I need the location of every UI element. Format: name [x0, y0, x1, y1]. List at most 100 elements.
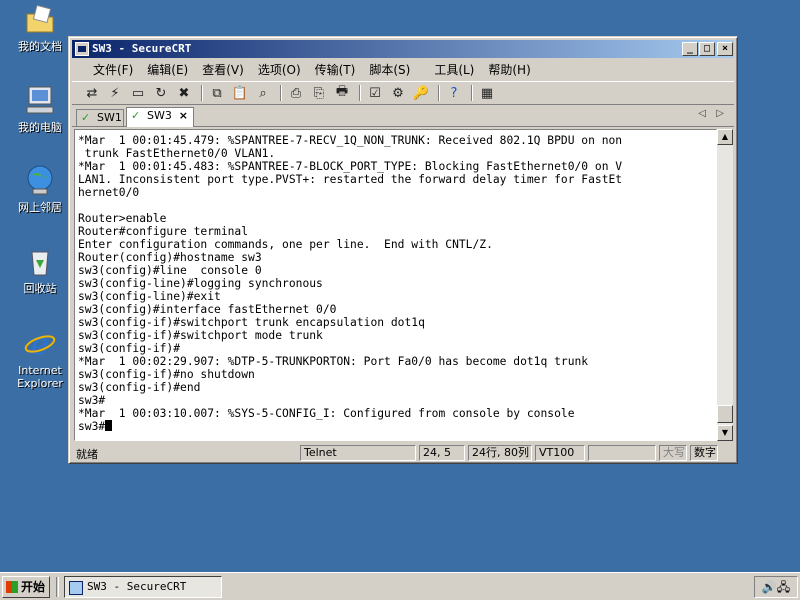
- status-num-lock: 数字: [690, 445, 718, 461]
- terminal-prompt: sw3#: [78, 420, 106, 433]
- desktop-icon-label: 我的文档: [18, 40, 62, 53]
- print-selection-icon[interactable]: ⎘: [309, 84, 329, 102]
- ie-icon: e: [23, 326, 57, 362]
- desktop-icon-internet-explorer[interactable]: e Internet Explorer: [2, 326, 78, 390]
- copy-icon[interactable]: ⧉: [207, 84, 227, 102]
- tab-label: SW3: [147, 109, 172, 122]
- global-options-icon[interactable]: ⚙: [388, 84, 408, 102]
- menu-edit[interactable]: 编辑(E): [140, 61, 195, 78]
- printer-icon[interactable]: 🖶: [332, 84, 352, 102]
- start-button[interactable]: 开始: [2, 576, 50, 598]
- session-tab-bar: ✓ SW1 ✓ SW3 × ◁ ▷: [72, 107, 734, 127]
- terminal-line: Router>enable: [78, 212, 167, 225]
- status-ready: 就绪: [76, 448, 98, 461]
- desktop-icon-my-computer[interactable]: 我的电脑: [2, 83, 78, 134]
- toolbar: ⇄ ⚡ ▭ ↻ ✖ ⧉ 📋 ⌕ ⎙ ⎘ 🖶 ☑ ⚙ 🔑 ? ▦: [72, 81, 734, 105]
- computer-icon: [23, 83, 57, 117]
- sftp-icon[interactable]: ▦: [477, 84, 497, 102]
- toolbar-separator: [201, 85, 203, 101]
- menu-transfer[interactable]: 传输(T): [308, 61, 363, 78]
- terminal-line: sw3(config-line)#logging synchronous: [78, 277, 323, 290]
- tab-prev-icon[interactable]: ◁: [698, 108, 706, 119]
- terminal-line: sw3(config)#line console 0: [78, 264, 262, 277]
- network-status-icon[interactable]: 🖧: [777, 580, 790, 594]
- connect-icon[interactable]: ⇄: [82, 84, 102, 102]
- scroll-up-icon[interactable]: ▲: [717, 129, 733, 145]
- vertical-scrollbar[interactable]: ▲ ▼: [717, 129, 733, 441]
- status-cursor-position: 24, 5: [419, 445, 465, 461]
- terminal-line: *Mar 1 00:02:29.907: %DTP-5-TRUNKPORTON:…: [78, 355, 589, 368]
- terminal-line: sw3(config-if)#switchport mode trunk: [78, 329, 323, 342]
- scrollbar-thumb[interactable]: [717, 405, 733, 423]
- tab-sw3[interactable]: ✓ SW3 ×: [126, 107, 194, 127]
- status-emulation: VT100: [535, 445, 585, 461]
- desktop-icon-my-documents[interactable]: 我的文档: [2, 2, 78, 53]
- menu-file[interactable]: 文件(F): [86, 61, 140, 78]
- menu-options[interactable]: 选项(O): [251, 61, 308, 78]
- session-options-icon[interactable]: ☑: [365, 84, 385, 102]
- securecrt-window: SW3 - SecureCRT _ □ × 文件(F) 编辑(E) 查看(V) …: [68, 36, 738, 464]
- text-cursor: [105, 420, 113, 431]
- window-title: SW3 - SecureCRT: [92, 42, 192, 55]
- terminal-line: hernet0/0: [78, 186, 140, 199]
- status-terminal-size: 24行, 80列: [468, 445, 532, 461]
- toolbar-separator: [280, 85, 282, 101]
- terminal-line: sw3(config-if)#no shutdown: [78, 368, 255, 381]
- connected-check-icon: ✓: [81, 111, 91, 124]
- scroll-down-icon[interactable]: ▼: [717, 425, 733, 441]
- desktop-icon-label: 回收站: [23, 282, 57, 295]
- disconnect-icon[interactable]: ✖: [174, 84, 194, 102]
- network-icon: [23, 163, 57, 197]
- terminal-line: sw3(config-line)#exit: [78, 290, 221, 303]
- paste-icon[interactable]: 📋: [230, 84, 250, 102]
- minimize-button[interactable]: _: [682, 42, 698, 56]
- toolbar-separator: [359, 85, 361, 101]
- terminal-line: sw3#: [78, 394, 106, 407]
- status-blank: [588, 445, 656, 461]
- menu-view[interactable]: 查看(V): [195, 61, 251, 78]
- reconnect-icon[interactable]: ↻: [151, 84, 171, 102]
- tab-close-icon[interactable]: ×: [179, 108, 188, 124]
- terminal-line: *Mar 1 00:01:45.479: %SPANTREE-7-RECV_1Q…: [78, 134, 623, 147]
- print-icon[interactable]: ⎙: [286, 84, 306, 102]
- menu-bar: 文件(F) 编辑(E) 查看(V) 选项(O) 传输(T) 脚本(S) 工具(L…: [72, 59, 734, 79]
- desktop-icon-label: Explorer: [17, 377, 63, 390]
- terminal-line: Router(config)#hostname sw3: [78, 251, 262, 264]
- app-icon: [75, 42, 89, 56]
- connect-tab-icon[interactable]: ▭: [128, 84, 148, 102]
- terminal-view[interactable]: *Mar 1 00:01:45.479: %SPANTREE-7-RECV_1Q…: [74, 129, 717, 441]
- taskbar-securecrt-button[interactable]: SW3 - SecureCRT: [64, 576, 222, 598]
- menu-help[interactable]: 帮助(H): [481, 61, 537, 78]
- svg-text:e: e: [31, 327, 49, 360]
- help-icon[interactable]: ?: [444, 84, 464, 102]
- title-bar[interactable]: SW3 - SecureCRT _ □ ×: [72, 40, 734, 58]
- keymap-icon[interactable]: 🔑: [411, 84, 431, 102]
- maximize-button[interactable]: □: [699, 42, 715, 56]
- menu-script[interactable]: 脚本(S): [362, 61, 417, 78]
- taskbar: 开始 SW3 - SecureCRT 🔊🖧: [0, 572, 800, 600]
- status-bar: 就绪 Telnet 24, 5 24行, 80列 VT100 大写 数字: [72, 444, 734, 462]
- volume-icon[interactable]: 🔊: [762, 580, 777, 594]
- tab-sw1[interactable]: ✓ SW1: [76, 109, 124, 127]
- terminal-line: sw3(config-if)#: [78, 342, 181, 355]
- folder-icon: [23, 2, 57, 36]
- quick-connect-icon[interactable]: ⚡: [105, 84, 125, 102]
- tab-next-icon[interactable]: ▷: [716, 108, 724, 119]
- desktop-icon-label: 网上邻居: [18, 201, 62, 214]
- desktop-icon-recycle-bin[interactable]: 回收站: [2, 244, 78, 295]
- terminal-line: sw3(config)#interface fastEthernet 0/0: [78, 303, 337, 316]
- status-caps-lock: 大写: [659, 445, 687, 461]
- desktop-icon-network[interactable]: 网上邻居: [2, 163, 78, 214]
- terminal-line: *Mar 1 00:03:10.007: %SYS-5-CONFIG_I: Co…: [78, 407, 575, 420]
- system-tray: 🔊🖧: [754, 576, 798, 598]
- terminal-line: Router#configure terminal: [78, 225, 249, 238]
- find-icon[interactable]: ⌕: [253, 84, 273, 102]
- close-button[interactable]: ×: [717, 42, 733, 56]
- toolbar-separator: [471, 85, 473, 101]
- tab-label: SW1: [97, 111, 122, 124]
- terminal-line: LAN1. Inconsistent port type.PVST+: rest…: [78, 173, 623, 186]
- terminal-line: Enter configuration commands, one per li…: [78, 238, 493, 251]
- terminal-line: trunk FastEthernet0/0 VLAN1.: [78, 147, 276, 160]
- connected-check-icon: ✓: [131, 109, 141, 122]
- menu-tools[interactable]: 工具(L): [427, 61, 481, 78]
